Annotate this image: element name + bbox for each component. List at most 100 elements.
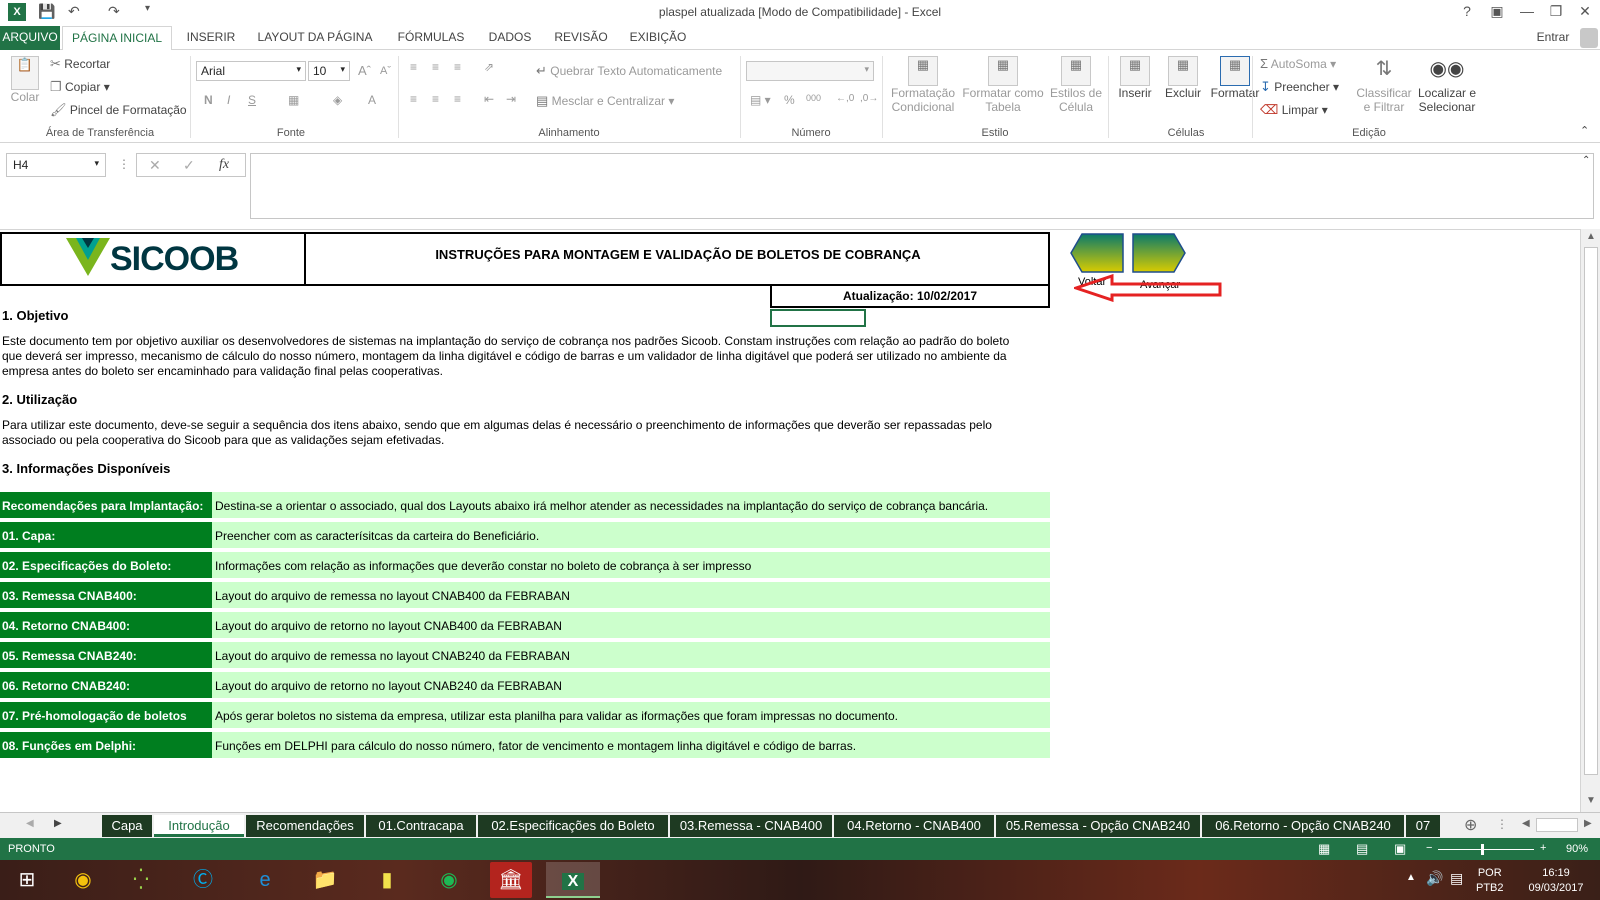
align-top-icon[interactable]: ≡ — [410, 60, 417, 74]
clock[interactable]: 16:19 09/03/2017 — [1518, 866, 1594, 896]
hscroll-left-icon[interactable]: ◀ — [1522, 818, 1530, 829]
spotify-icon[interactable]: ◉ — [422, 862, 476, 898]
font-color-icon[interactable]: A — [368, 93, 376, 107]
fill-color-icon[interactable]: ◈ — [333, 93, 342, 107]
sheet-tab[interactable]: 04.Retorno - CNAB400 — [834, 815, 994, 837]
insert-function-icon[interactable]: fx — [219, 157, 229, 173]
row-label[interactable]: 04. Retorno CNAB400: — [0, 612, 212, 640]
fill-button[interactable]: ↧ Preencher ▾ — [1260, 79, 1339, 95]
row-label[interactable]: 05. Remessa CNAB240: — [0, 642, 212, 670]
new-sheet-icon[interactable]: ⊕ — [1464, 815, 1477, 835]
percent-icon[interactable]: % — [784, 93, 795, 107]
zoom-slider-thumb[interactable] — [1481, 844, 1484, 855]
expand-formula-icon[interactable]: ⌃ — [1582, 155, 1590, 166]
align-bottom-icon[interactable]: ≡ — [454, 60, 461, 74]
bank-app-icon[interactable]: 🏛 — [490, 862, 532, 898]
network-icon[interactable]: ▤ — [1450, 870, 1463, 887]
volume-icon[interactable]: 🔊 — [1426, 870, 1443, 887]
align-right-icon[interactable]: ≡ — [454, 92, 461, 106]
sheet-tab[interactable]: 03.Remessa - CNAB400 — [670, 815, 832, 837]
row-label[interactable]: 02. Especificações do Boleto: — [0, 552, 212, 580]
insert-cells-button[interactable]: ▦ Inserir — [1112, 56, 1158, 100]
format-painter-button[interactable]: 🖌 Pincel de Formatação — [50, 102, 187, 118]
row-label[interactable]: 08. Funções em Delphi: — [0, 732, 212, 760]
internet-explorer-icon[interactable]: e — [238, 862, 292, 898]
cell-styles-button[interactable]: ▦ Estilos de Célula — [1046, 56, 1106, 114]
hscroll-right-icon[interactable]: ▶ — [1584, 818, 1592, 829]
italic-button[interactable]: I — [227, 93, 230, 107]
delete-cells-button[interactable]: ▦ Excluir — [1160, 56, 1206, 100]
font-name-combo[interactable]: Arial ▾ — [196, 61, 306, 81]
zoom-out-icon[interactable]: − — [1426, 842, 1432, 854]
sign-in-link[interactable]: Entrar — [1530, 26, 1576, 50]
tab-home[interactable]: PÁGINA INICIAL — [62, 26, 172, 51]
bold-button[interactable]: N — [204, 93, 213, 107]
prev-sheet-icon[interactable]: ◀ — [26, 818, 34, 829]
page-break-view-icon[interactable]: ▣ — [1394, 841, 1406, 857]
find-select-button[interactable]: ◉◉ Localizar e Selecionar — [1414, 56, 1480, 114]
decrease-indent-icon[interactable]: ⇤ — [484, 92, 494, 106]
row-label[interactable]: 03. Remessa CNAB400: — [0, 582, 212, 610]
tray-arrow-icon[interactable]: ▲ — [1406, 872, 1416, 883]
minimize-icon[interactable]: — — [1514, 3, 1540, 23]
format-cells-button[interactable]: ▦ Formatar — [1208, 56, 1262, 100]
zoom-slider[interactable] — [1438, 849, 1534, 850]
clear-button[interactable]: ⌫ Limpar ▾ — [1260, 102, 1328, 118]
normal-view-icon[interactable]: ▦ — [1318, 841, 1330, 857]
autosum-button[interactable]: Σ AutoSoma ▾ — [1260, 56, 1336, 71]
help-icon[interactable]: ? — [1454, 3, 1480, 23]
tab-insert[interactable]: INSERIR — [178, 26, 244, 50]
formula-bar-splitter[interactable]: ⋮ — [118, 157, 130, 171]
sheet-tab[interactable]: 06.Retorno - Opção CNAB240 — [1202, 815, 1404, 837]
scroll-thumb[interactable] — [1584, 247, 1598, 775]
merge-center-button[interactable]: ▤ Mesclar e Centralizar ▾ — [536, 93, 674, 109]
grow-font-icon[interactable]: Aˆ — [358, 63, 371, 78]
paste-button[interactable]: 📋 Colar — [8, 56, 42, 104]
back-shape-button[interactable] — [1070, 233, 1124, 273]
increase-decimal-icon[interactable]: ←,0 — [836, 93, 854, 104]
sheet-tab-active[interactable]: Introdução — [154, 815, 244, 837]
tab-splitter[interactable]: ⋮ — [1496, 817, 1508, 831]
orientation-icon[interactable]: ⇗ — [484, 60, 494, 74]
row-label[interactable]: 01. Capa: — [0, 522, 212, 550]
conditional-format-button[interactable]: ▦ Formatação Condicional — [886, 56, 960, 114]
sheet-tab[interactable]: Recomendações — [246, 815, 364, 837]
selected-cell-h4[interactable] — [770, 309, 866, 327]
format-as-table-button[interactable]: ▦ Formatar como Tabela — [960, 56, 1046, 114]
underline-button[interactable]: S — [248, 93, 256, 107]
cancel-icon[interactable]: ✕ — [149, 157, 161, 174]
tab-view[interactable]: EXIBIÇÃO — [622, 26, 694, 50]
app-icon[interactable]: ⁛ — [114, 862, 168, 898]
number-format-combo[interactable]: ▾ — [746, 61, 874, 81]
sheet-tab[interactable]: 01.Contracapa — [366, 815, 476, 837]
language-indicator[interactable]: POR PTB2 — [1476, 866, 1504, 896]
account-avatar[interactable] — [1580, 28, 1598, 48]
tab-file[interactable]: ARQUIVO — [0, 26, 60, 50]
sheet-tab[interactable]: 07 — [1406, 815, 1440, 837]
file-explorer-icon[interactable]: 📁 — [298, 862, 352, 898]
page-layout-view-icon[interactable]: ▤ — [1356, 841, 1368, 857]
vertical-scrollbar[interactable]: ▲ ▼ — [1580, 229, 1600, 812]
wrap-text-button[interactable]: ↵ Quebrar Texto Automaticamente — [536, 63, 722, 79]
formula-input[interactable] — [250, 153, 1594, 219]
name-box[interactable]: H4 ▾ — [6, 153, 106, 177]
enter-icon[interactable]: ✓ — [183, 157, 195, 174]
skype-icon[interactable]: Ⓒ — [176, 862, 230, 898]
tab-data[interactable]: DADOS — [480, 26, 540, 50]
tab-formulas[interactable]: FÓRMULAS — [390, 26, 472, 50]
sheet-tab[interactable]: 05.Remessa - Opção CNAB240 — [996, 815, 1200, 837]
align-middle-icon[interactable]: ≡ — [432, 60, 439, 74]
copy-button[interactable]: ❐ Copiar ▾ — [50, 79, 110, 95]
row-label[interactable]: 06. Retorno CNAB240: — [0, 672, 212, 700]
currency-icon[interactable]: ▤ ▾ — [750, 93, 771, 107]
zoom-level[interactable]: 90% — [1566, 843, 1588, 855]
windows-start-icon[interactable]: ⊞ — [0, 862, 54, 898]
align-center-icon[interactable]: ≡ — [432, 92, 439, 106]
sort-filter-button[interactable]: ⇅ Classificar e Filtrar — [1354, 56, 1414, 114]
tab-review[interactable]: REVISÃO — [548, 26, 614, 50]
worksheet[interactable]: SICOOB INSTRUÇÕES PARA MONTAGEM E VALIDA… — [0, 229, 1580, 812]
ribbon-display-icon[interactable]: ▣ — [1484, 3, 1510, 23]
row-label[interactable]: Recomendações para Implantação: — [0, 492, 212, 520]
shrink-font-icon[interactable]: Aˇ — [380, 65, 391, 77]
scroll-up-icon[interactable]: ▲ — [1586, 231, 1596, 242]
